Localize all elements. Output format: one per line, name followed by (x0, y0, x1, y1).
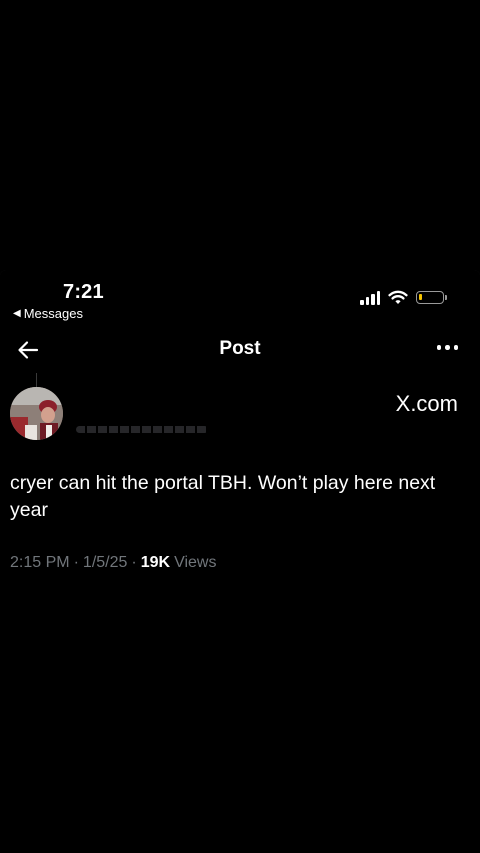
thread-connector-line (36, 373, 37, 387)
views-count[interactable]: 19K (141, 554, 170, 572)
post-date: 1/5/25 (82, 554, 128, 571)
post-time: 2:15 PM (10, 554, 70, 571)
back-to-messages-label: Messages (23, 306, 83, 321)
back-triangle-icon: ◀ (13, 308, 21, 319)
cellular-signal-icon (360, 290, 380, 305)
avatar[interactable] (10, 387, 63, 440)
post-metadata: 2:15 PM · 1/5/25 · 19K Views (10, 554, 216, 572)
page-title: Post (219, 338, 261, 359)
redacted-username (76, 426, 208, 433)
meta-separator: · (73, 554, 79, 571)
more-options-icon[interactable] (436, 345, 458, 350)
status-bar: 7:21 ◀ Messages (0, 270, 480, 330)
source-watermark: X.com (396, 391, 458, 417)
views-label: Views (174, 554, 217, 571)
avatar-photo-icon (10, 387, 63, 440)
meta-separator: · (131, 554, 137, 571)
post-header: Post (0, 330, 480, 370)
wifi-icon (388, 290, 408, 304)
status-icons (360, 290, 447, 305)
battery-level (419, 294, 422, 300)
status-time: 7:21 (63, 281, 104, 303)
battery-icon (416, 291, 447, 304)
back-to-messages-link[interactable]: ◀ Messages (13, 306, 83, 321)
source-label: X.com (395, 391, 458, 416)
post-text: cryer can hit the portal TBH. Won’t play… (10, 472, 436, 521)
